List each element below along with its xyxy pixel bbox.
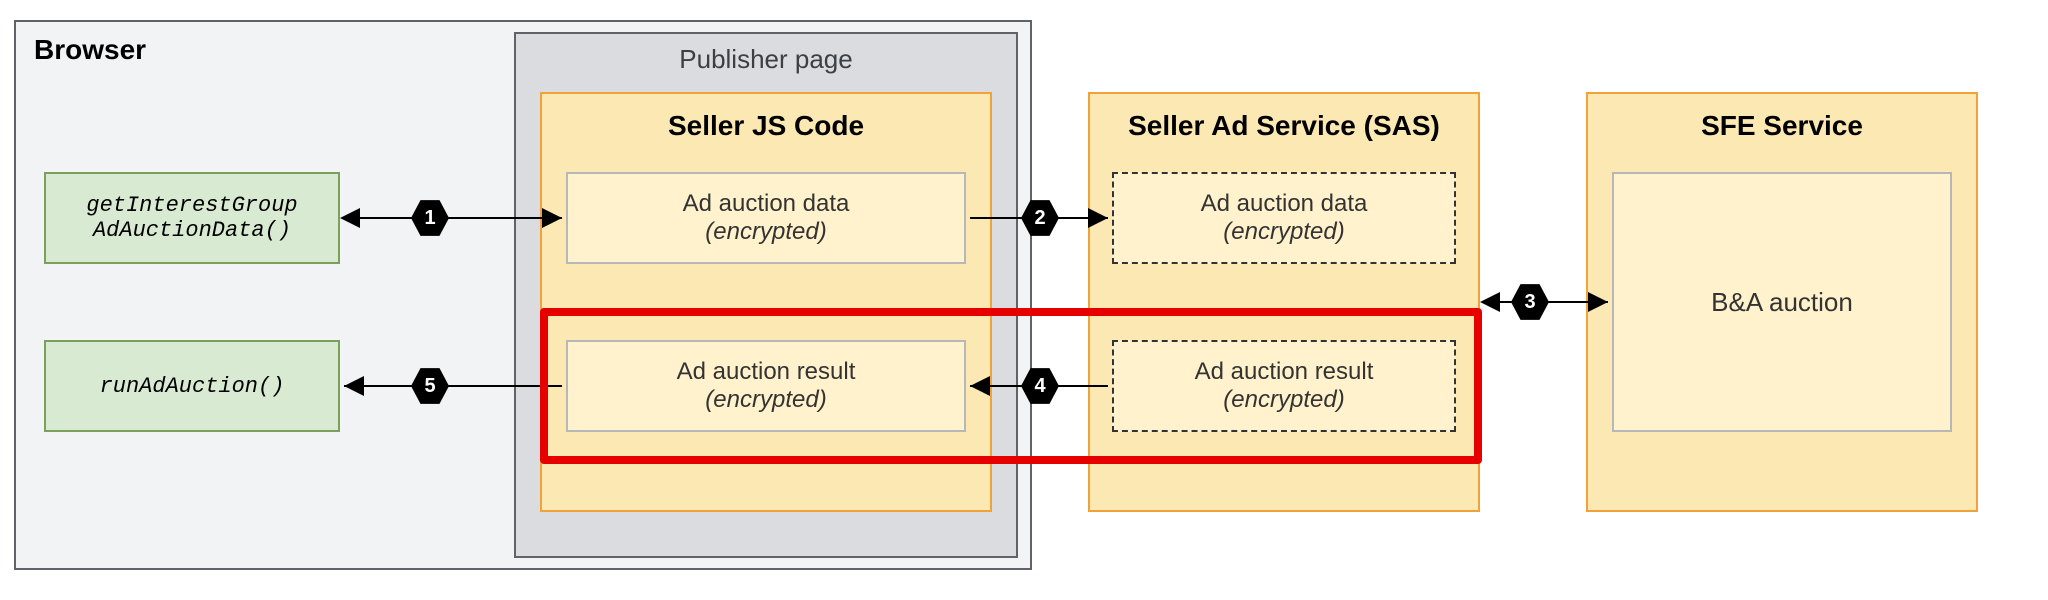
api-getinterestgroup-box: getInterestGroup AdAuctionData() [44,172,340,264]
api-runadauction-box: runAdAuction() [44,340,340,432]
sellerjs-auctiondata-line1: Ad auction data [683,190,850,218]
sfe-baauction-text: B&A auction [1711,287,1853,318]
sas-auctionresult-line2: (encrypted) [1223,386,1344,414]
sas-auctionresult-line1: Ad auction result [1195,358,1374,386]
sfe-title: SFE Service [1701,110,1863,142]
sellerjs-auctionresult-box: Ad auction result (encrypted) [566,340,966,432]
sellerjs-auctionresult-line1: Ad auction result [677,358,856,386]
sellerjs-auctiondata-line2: (encrypted) [705,218,826,246]
sas-auctiondata-box: Ad auction data (encrypted) [1112,172,1456,264]
diagram-root: Browser Publisher page Seller JS Code Se… [0,0,2048,600]
sas-auctiondata-line1: Ad auction data [1201,190,1368,218]
sas-auctiondata-line2: (encrypted) [1223,218,1344,246]
api-getinterestgroup-line2: AdAuctionData() [93,218,291,243]
step-3-hex: 3 [1511,283,1549,321]
sas-title: Seller Ad Service (SAS) [1128,110,1440,142]
sas-auctionresult-box: Ad auction result (encrypted) [1112,340,1456,432]
sellerjs-auctionresult-line2: (encrypted) [705,386,826,414]
browser-title: Browser [34,34,146,66]
sellerjs-auctiondata-box: Ad auction data (encrypted) [566,172,966,264]
seller-js-title: Seller JS Code [668,110,864,142]
sfe-baauction-box: B&A auction [1612,172,1952,432]
publisher-page-title: Publisher page [679,44,852,75]
api-getinterestgroup-line1: getInterestGroup [86,193,297,218]
api-runadauction-text: runAdAuction() [100,374,285,399]
